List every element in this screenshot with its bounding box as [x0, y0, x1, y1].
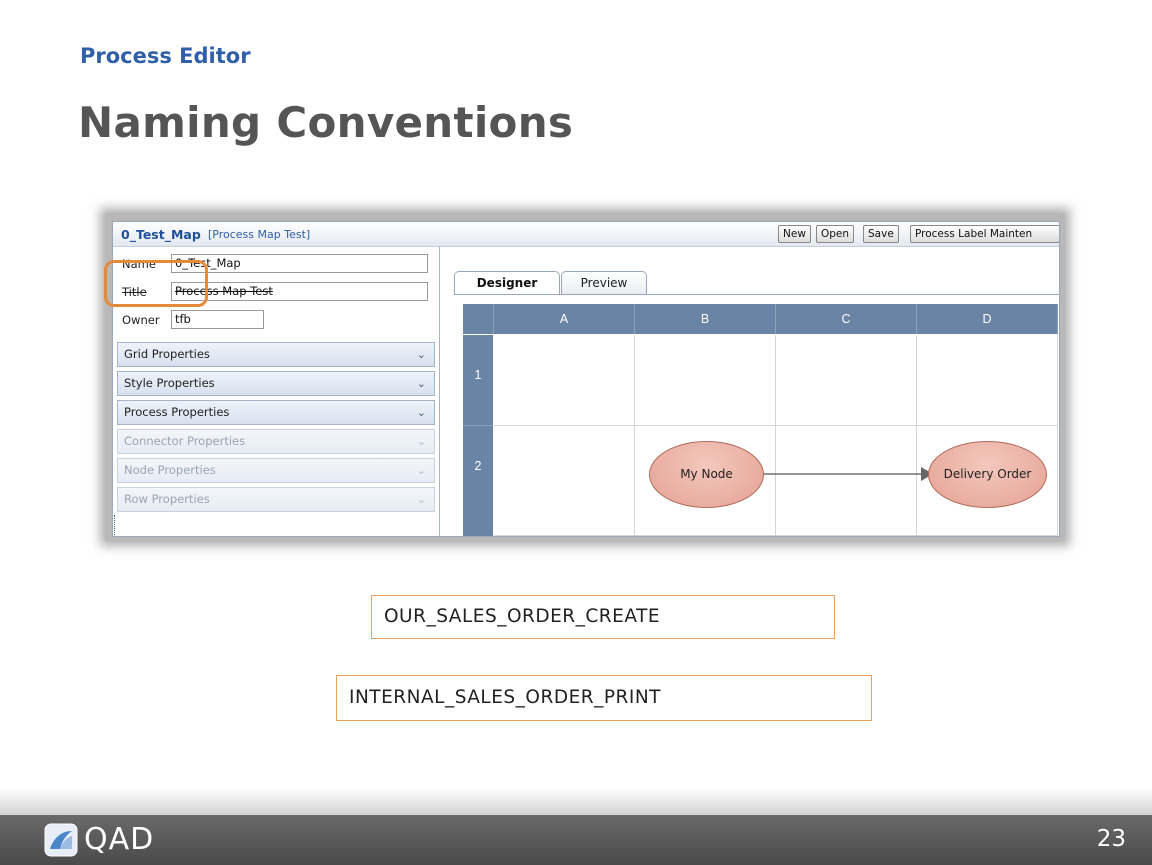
tab-preview[interactable]: Preview [561, 271, 647, 294]
slide-title: Naming Conventions [78, 98, 574, 147]
slide-eyebrow: Process Editor [80, 44, 251, 68]
style-properties-section[interactable]: Style Properties ⌄ [117, 371, 435, 396]
slide: Process Editor Naming Conventions 0_Test… [0, 0, 1152, 865]
process-properties-section[interactable]: Process Properties ⌄ [117, 400, 435, 425]
grid-properties-section[interactable]: Grid Properties ⌄ [117, 342, 435, 367]
process-properties-label: Process Properties [124, 405, 230, 419]
node-properties-section[interactable]: Node Properties ⌄ [117, 458, 435, 483]
tab-divider [454, 294, 1059, 295]
naming-example: INTERNAL_SALES_ORDER_PRINT [336, 675, 872, 721]
chevron-down-icon: ⌄ [416, 348, 426, 361]
title-input[interactable]: Process Map Test [171, 282, 428, 301]
page-number: 23 [1096, 826, 1126, 852]
chevron-down-icon: ⌄ [416, 435, 426, 448]
process-editor-window: 0_Test_Map [Process Map Test] New Open S… [112, 221, 1060, 537]
map-title: 0_Test_Map [121, 227, 201, 242]
resize-grip-icon[interactable] [114, 515, 118, 536]
chevron-down-icon: ⌄ [416, 377, 426, 390]
process-label-maintenance-button[interactable]: Process Label Mainten [910, 225, 1059, 243]
map-subtitle: [Process Map Test] [208, 228, 311, 241]
logo-text: QAD [84, 822, 155, 857]
row-properties-section[interactable]: Row Properties ⌄ [117, 487, 435, 512]
owner-input[interactable]: tfb [171, 310, 264, 329]
connector-properties-section[interactable]: Connector Properties ⌄ [117, 429, 435, 454]
app-screenshot-frame: 0_Test_Map [Process Map Test] New Open S… [105, 213, 1065, 541]
new-button[interactable]: New [778, 225, 811, 243]
save-button[interactable]: Save [863, 225, 899, 243]
connector-properties-label: Connector Properties [124, 434, 246, 448]
row-properties-label: Row Properties [124, 492, 210, 506]
node-properties-label: Node Properties [124, 463, 216, 477]
naming-example: OUR_SALES_ORDER_CREATE [371, 595, 835, 639]
owner-label: Owner [122, 313, 160, 327]
tab-designer[interactable]: Designer [454, 271, 560, 294]
chevron-down-icon: ⌄ [416, 406, 426, 419]
name-field-highlight [104, 260, 208, 307]
qad-logo-icon [44, 823, 78, 857]
footer-fade [0, 788, 1152, 815]
process-node[interactable]: Delivery Order [928, 441, 1047, 508]
footer-bar: QAD 23 [0, 815, 1152, 865]
chevron-down-icon: ⌄ [416, 493, 426, 506]
designer-grid: A B C D 1 2 My Node Delivery Order [463, 304, 1059, 536]
process-node[interactable]: My Node [649, 441, 764, 508]
grid-properties-label: Grid Properties [124, 347, 210, 361]
chevron-down-icon: ⌄ [416, 464, 426, 477]
style-properties-label: Style Properties [124, 376, 215, 390]
open-button[interactable]: Open [816, 225, 855, 243]
name-input[interactable]: 0_Test_Map [171, 254, 428, 273]
app-toolbar: 0_Test_Map [Process Map Test] New Open S… [113, 222, 1059, 247]
